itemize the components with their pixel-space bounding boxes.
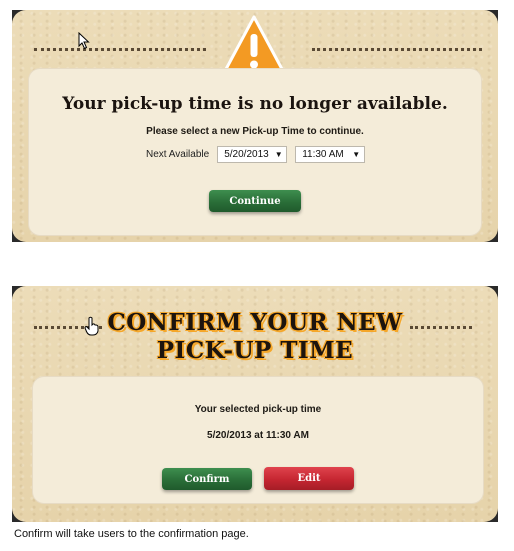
dotted-divider-right <box>312 48 482 51</box>
edit-button[interactable]: Edit <box>264 467 354 490</box>
caption-text: Confirm will take users to the confirmat… <box>14 528 249 540</box>
content-card: Your pick-up time is no longer available… <box>28 68 482 236</box>
date-select-value: 5/20/2013 <box>224 149 269 160</box>
selected-time-value: 5/20/2013 at 11:30 AM <box>207 430 309 441</box>
dotted-divider-left <box>34 48 206 51</box>
next-available-label: Next Available <box>146 149 210 160</box>
next-available-row: Next Available 5/20/2013 ▼ 11:30 AM ▼ <box>146 146 366 163</box>
instruction-text: Please select a new Pick-up Time to cont… <box>146 126 364 137</box>
content-card: Your selected pick-up time 5/20/2013 at … <box>32 376 484 504</box>
confirm-pickup-panel: CONFIRM YOUR NEW PICK-UP TIME Your selec… <box>12 286 498 522</box>
continue-button[interactable]: Continue <box>209 190 301 212</box>
pickup-unavailable-panel: Your pick-up time is no longer available… <box>12 10 498 242</box>
confirm-title-line2: PICK-UP TIME <box>156 337 354 364</box>
warning-triangle-icon <box>223 15 285 76</box>
chevron-down-icon: ▼ <box>274 150 283 159</box>
chevron-down-icon: ▼ <box>352 150 361 159</box>
selected-time-label: Your selected pick-up time <box>194 404 322 415</box>
time-select[interactable]: 11:30 AM ▼ <box>295 146 366 163</box>
confirm-button[interactable]: Confirm <box>162 468 252 490</box>
time-select-value: 11:30 AM <box>302 149 344 160</box>
mouse-pointer-icon <box>78 32 90 50</box>
date-select[interactable]: 5/20/2013 ▼ <box>217 146 288 163</box>
confirm-title-line1: CONFIRM YOUR NEW <box>107 309 403 336</box>
page-title: Your pick-up time is no longer available… <box>62 94 448 114</box>
